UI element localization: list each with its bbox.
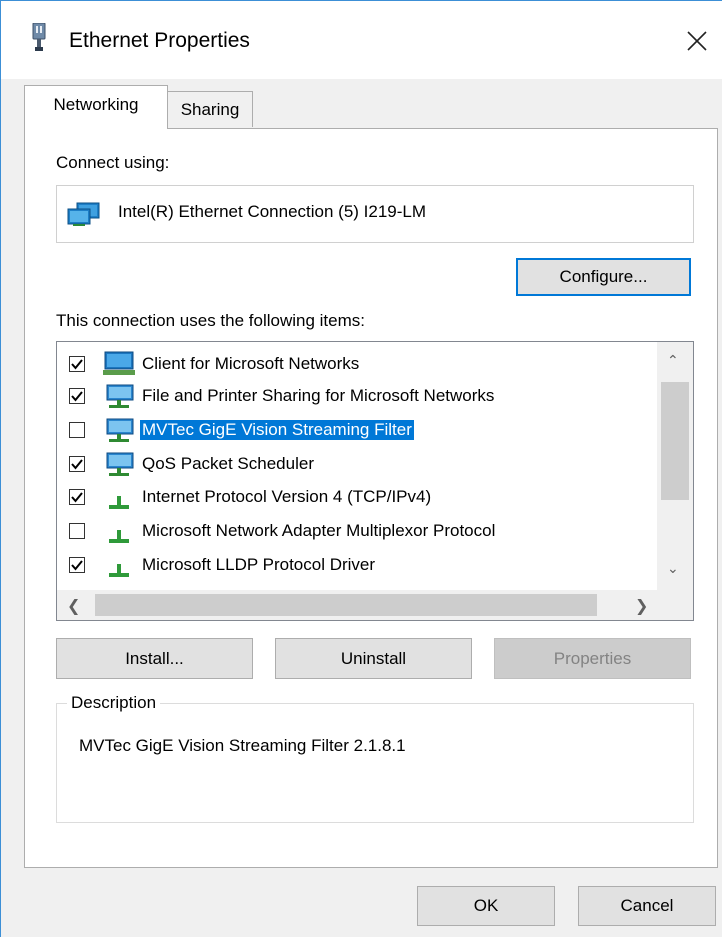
install-button[interactable]: Install... — [56, 638, 253, 679]
vertical-scroll-thumb[interactable] — [661, 382, 689, 500]
close-icon — [687, 31, 707, 51]
checkmark-icon — [71, 459, 83, 470]
scroll-left-icon[interactable]: ❮ — [67, 596, 80, 616]
item-label: QoS Packet Scheduler — [142, 454, 314, 473]
properties-button[interactable]: Properties — [494, 638, 691, 679]
item-label: Internet Protocol Version 4 (TCP/IPv4) — [142, 487, 432, 506]
description-title: Description — [67, 693, 161, 713]
checkmark-icon — [71, 359, 83, 370]
item-label: File and Printer Sharing for Microsoft N… — [142, 386, 495, 405]
configure-button[interactable]: Configure... — [516, 258, 691, 296]
item-checkbox[interactable] — [69, 356, 85, 372]
item-label: MVTec GigE Vision Streaming Filter — [140, 420, 414, 440]
list-item[interactable]: QoS Packet Scheduler — [57, 449, 657, 479]
scroll-up-icon[interactable]: ⌃ — [667, 352, 679, 369]
network-service-icon — [106, 452, 134, 476]
list-item[interactable]: Microsoft LLDP Protocol Driver — [57, 550, 657, 580]
protocol-icon — [109, 564, 129, 577]
list-item[interactable]: MVTec GigE Vision Streaming Filter — [57, 415, 657, 445]
list-item[interactable]: Client for Microsoft Networks — [57, 349, 657, 379]
checkmark-icon — [71, 391, 83, 402]
title-bar: Ethernet Properties — [1, 1, 722, 79]
tab-label: Networking — [53, 95, 139, 114]
list-item[interactable]: File and Printer Sharing for Microsoft N… — [57, 381, 657, 411]
adapter-field: Intel(R) Ethernet Connection (5) I219-LM — [56, 185, 694, 243]
tab-sharing[interactable]: Sharing — [167, 91, 253, 127]
item-label: Microsoft LLDP Protocol Driver — [142, 555, 376, 574]
protocol-icon — [109, 496, 129, 509]
items-section-label: This connection uses the following items… — [56, 311, 365, 330]
close-button[interactable] — [677, 21, 717, 61]
item-checkbox[interactable] — [69, 456, 85, 472]
item-checkbox[interactable] — [69, 523, 85, 539]
ok-button[interactable]: OK — [417, 886, 555, 926]
item-checkbox[interactable] — [69, 422, 85, 438]
ethernet-properties-dialog: Ethernet Properties Networking Sharing C… — [0, 0, 722, 937]
network-adapter-icon — [67, 202, 100, 226]
item-label: Client for Microsoft Networks — [142, 354, 360, 373]
tab-label: Sharing — [180, 99, 240, 119]
dialog-title: Ethernet Properties — [69, 29, 250, 52]
list-item[interactable]: Internet Protocol Version 4 (TCP/IPv4) — [57, 482, 657, 512]
cancel-button[interactable]: Cancel — [578, 886, 716, 926]
network-service-icon — [106, 384, 134, 408]
adapter-name: Intel(R) Ethernet Connection (5) I219-LM — [118, 202, 427, 221]
connect-using-label: Connect using: — [56, 153, 170, 172]
horizontal-scroll-thumb[interactable] — [95, 594, 597, 616]
tab-networking[interactable]: Networking — [24, 85, 168, 129]
description-text: MVTec GigE Vision Streaming Filter 2.1.8… — [79, 736, 406, 755]
description-group — [56, 703, 694, 823]
item-checkbox[interactable] — [69, 489, 85, 505]
network-client-icon — [103, 351, 135, 375]
checkmark-icon — [71, 560, 83, 571]
item-checkbox[interactable] — [69, 388, 85, 404]
item-checkbox[interactable] — [69, 557, 85, 573]
network-service-icon — [106, 418, 134, 442]
network-adapter-icon — [32, 23, 46, 51]
components-list[interactable]: Client for Microsoft Networks File and P… — [56, 341, 694, 621]
protocol-icon — [109, 530, 129, 543]
item-label: Microsoft Network Adapter Multiplexor Pr… — [142, 521, 496, 540]
scrollbar-corner — [657, 590, 693, 620]
scroll-right-icon[interactable]: ❯ — [635, 596, 648, 616]
uninstall-button[interactable]: Uninstall — [275, 638, 472, 679]
checkmark-icon — [71, 492, 83, 503]
scroll-down-icon[interactable]: ⌄ — [667, 560, 679, 577]
list-item[interactable]: Microsoft Network Adapter Multiplexor Pr… — [57, 516, 657, 546]
